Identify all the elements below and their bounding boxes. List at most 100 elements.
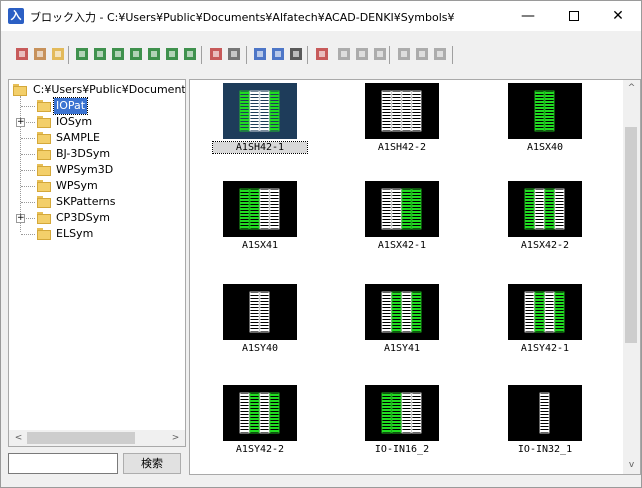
tree-item-label: SKPatterns [56,195,116,208]
tree-item[interactable]: WPSym [9,178,185,194]
tree-item[interactable]: ELSym [9,226,185,242]
large-icons-icon [254,48,266,60]
symbol-item[interactable]: A1SX40 [508,83,598,173]
tree-item[interactable]: IOPat [9,97,185,115]
symbol-view-3-button[interactable] [109,45,127,63]
tree-connector-line [21,138,35,139]
magic-wand-button[interactable] [313,45,331,63]
tree-connector-line [21,234,35,235]
small-icons-icon [272,48,284,60]
symbol-view-2-icon [94,48,106,60]
symbol-item[interactable]: IO-IN32_1 [508,385,598,474]
maximize-icon [569,11,579,21]
scroll-thumb[interactable] [625,127,637,343]
tree-item-label: WPSym3D [56,163,114,176]
minimize-button[interactable]: — [505,1,551,31]
symbol-view-1-button[interactable] [73,45,91,63]
tree-item[interactable]: BJ-3DSym [9,146,185,162]
tree-connector-line [21,170,35,171]
list-view-button[interactable] [287,45,305,63]
parent-folder-icon [34,48,46,60]
symbol-thumbnail [223,83,297,139]
tree-item-label: IOSym [56,115,93,128]
symbol-item[interactable]: A1SX42-1 [365,181,455,271]
symbol-label: A1SX40 [526,142,564,153]
folder-icon [37,164,51,176]
move-down-button[interactable] [431,45,449,63]
symbol-label: A1SX42-1 [377,240,427,251]
move-up-button[interactable] [413,45,431,63]
symbol-view-4-button[interactable] [127,45,145,63]
app-icon: 入 [8,8,24,24]
symbol-grid[interactable]: ^ v A1SH42-1 A1SH42-2 A1SX40 A1SX41 A1SX42-1… [189,79,641,475]
symbol-item[interactable]: IO-IN16_2 [365,385,455,474]
small-buttons-icon[interactable] [269,45,287,63]
folder-icon [37,148,51,160]
symbol-thumbnail [508,284,582,340]
symbol-view-1-icon [76,48,88,60]
folder-icon [13,84,27,96]
close-button[interactable]: ✕ [595,1,641,31]
tree-item[interactable]: WPSym3D [9,162,185,178]
symbol-item[interactable]: A1SX41 [223,181,313,271]
module-icon [381,90,422,132]
symbol-item[interactable]: A1SY42-1 [508,284,598,374]
toolbar-separator [201,46,202,64]
tree-view-button[interactable] [13,45,31,63]
symbol-item[interactable]: A1SY41 [365,284,455,374]
symbol-view-2-button[interactable] [91,45,109,63]
module-icon [534,90,555,132]
folder-tree[interactable]: C:¥Users¥Public¥Document IOPat + IOSym SAMP… [8,79,186,447]
scroll-down-button[interactable]: v [623,457,640,474]
copy-button[interactable] [353,45,371,63]
parent-folder-button[interactable] [31,45,49,63]
new-button[interactable] [335,45,353,63]
tree-horizontal-scrollbar[interactable]: < > [8,430,186,447]
scroll-thumb[interactable] [27,432,135,444]
properties-button[interactable] [225,45,243,63]
symbol-label: A1SX41 [241,240,279,251]
symbol-item[interactable]: A1SH42-1 [212,83,313,173]
tree-item[interactable]: + CP3DSym [9,210,185,226]
delete-button[interactable] [395,45,413,63]
tree-item[interactable]: + IOSym [9,114,185,130]
title-bar[interactable]: 入 ブロック入力 - C:¥Users¥Public¥Documents¥Alf… [1,1,641,31]
symbol-item[interactable]: A1SH42-2 [365,83,455,173]
expand-icon[interactable]: + [16,118,25,127]
open-folder-button[interactable] [49,45,67,63]
large-buttons-icon[interactable] [251,45,269,63]
insert-block-button[interactable] [207,45,225,63]
symbol-label: A1SX42-2 [520,240,570,251]
magic-wand-icon [316,48,328,60]
expand-icon[interactable]: + [16,214,25,223]
search-button[interactable]: 検索 [123,453,181,474]
symbol-thumbnail [365,284,439,340]
list-view-icon [290,48,302,60]
grid-vertical-scrollbar[interactable]: ^ v [623,80,640,474]
symbol-view-6-button[interactable] [163,45,181,63]
scroll-right-button[interactable]: > [167,431,184,446]
search-input[interactable] [8,453,118,474]
folder-icon [37,228,51,240]
symbol-item[interactable]: A1SY40 [223,284,313,374]
symbol-thumbnail [508,83,582,139]
scroll-up-button[interactable]: ^ [623,80,640,97]
symbol-view-6-icon [166,48,178,60]
move-up-icon [416,48,428,60]
tree-item[interactable]: SAMPLE [9,130,185,146]
tree-item-label: WPSym [56,179,98,192]
module-icon [524,291,565,333]
symbol-view-3-icon [112,48,124,60]
symbol-thumbnail [508,385,582,441]
symbol-view-7-button[interactable] [181,45,199,63]
tree-item[interactable]: SKPatterns [9,194,185,210]
scroll-left-button[interactable]: < [10,431,27,446]
tree-item-label: BJ-3DSym [56,147,111,160]
symbol-item[interactable]: A1SX42-2 [508,181,598,271]
tree-view-icon [16,48,28,60]
window-title: ブロック入力 - C:¥Users¥Public¥Documents¥Alfat… [30,11,455,24]
save-button[interactable] [371,45,389,63]
symbol-view-5-button[interactable] [145,45,163,63]
maximize-button[interactable] [551,1,597,31]
symbol-item[interactable]: A1SY42-2 [223,385,313,474]
